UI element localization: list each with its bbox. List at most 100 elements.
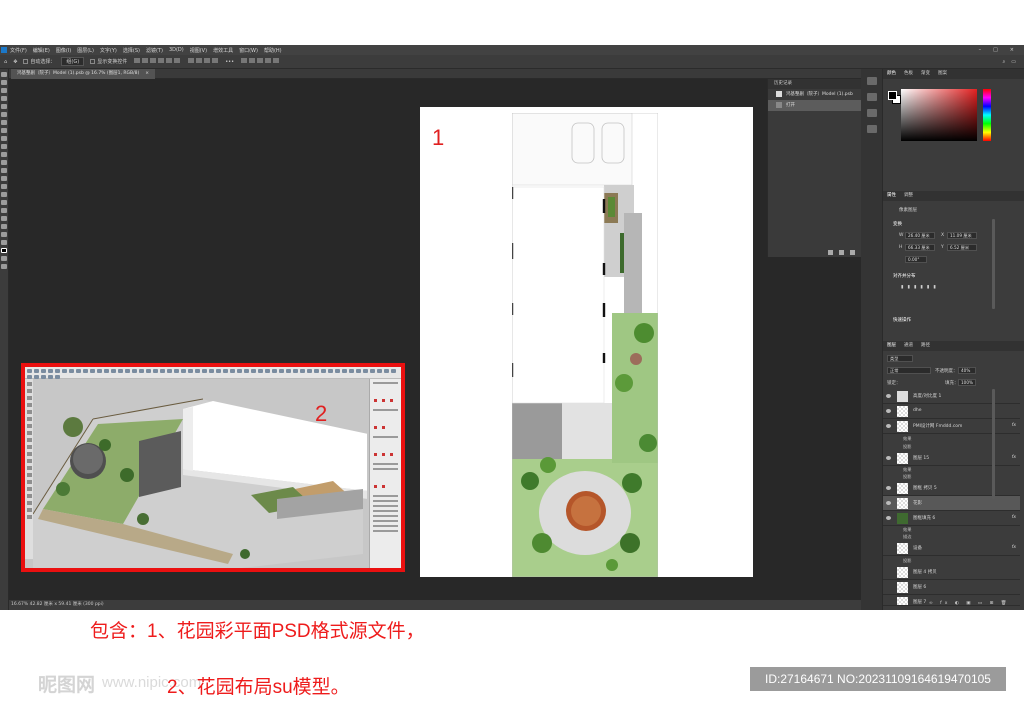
layer-row[interactable]: 图层 6	[883, 580, 1020, 595]
distribute-icons[interactable]	[187, 58, 219, 65]
blend-mode-select[interactable]: 正常	[887, 367, 931, 374]
menu-3d[interactable]: 3D(D)	[169, 47, 184, 53]
x-field[interactable]: 11.09 厘米	[947, 232, 977, 239]
document-tab[interactable]: 鸿基整剧（院子）Model (1).psb @ 16.7% (图层1, RGB/…	[11, 69, 155, 79]
eye-icon[interactable]	[886, 424, 891, 428]
zoom-tool-icon[interactable]	[1, 232, 7, 237]
menu-filter[interactable]: 滤镜(T)	[146, 47, 163, 54]
layers-footer-icons[interactable]: ∞ fx ◐ ▣ ▭ ⊞ 🗑	[929, 601, 1010, 606]
foreground-color-swatch[interactable]	[888, 91, 897, 100]
eraser-tool-icon[interactable]	[1, 160, 7, 165]
lasso-tool-icon[interactable]	[1, 88, 7, 93]
layer-row[interactable]: 图框填充 6 fx	[883, 511, 1020, 526]
move-tool-icon[interactable]: ✥	[13, 59, 17, 65]
layer-row-selected[interactable]: 花影	[883, 496, 1020, 511]
maximize-icon[interactable]: □	[993, 47, 998, 53]
marquee-tool-icon[interactable]	[1, 80, 7, 85]
magic-wand-tool-icon[interactable]	[1, 96, 7, 101]
layer-row[interactable]: 图框 拷贝 5	[883, 481, 1020, 496]
workspace-icon[interactable]: ▭	[1011, 59, 1016, 65]
menu-file[interactable]: 文件(F)	[10, 47, 27, 54]
eye-icon[interactable]	[886, 501, 891, 505]
layer-kind-filter[interactable]: 类型	[887, 355, 913, 362]
tab-close-icon[interactable]: ×	[145, 71, 149, 76]
ps-logo[interactable]	[1, 47, 7, 53]
eye-icon[interactable]	[886, 394, 891, 398]
menu-help[interactable]: 帮助(H)	[264, 47, 282, 54]
close-window-icon[interactable]: ×	[1010, 47, 1014, 53]
auto-select-checkbox[interactable]: 自动选择：	[23, 58, 55, 65]
eye-icon[interactable]	[886, 486, 891, 490]
gradient-tool-icon[interactable]	[1, 168, 7, 173]
tab-adjustments[interactable]: 调整	[904, 191, 913, 201]
frame-tool-icon[interactable]	[1, 112, 7, 117]
tab-channels[interactable]: 通道	[904, 341, 913, 351]
layer-row[interactable]: 图层 4 拷贝	[883, 565, 1020, 580]
tab-swatches[interactable]: 色板	[904, 69, 913, 79]
minimize-icon[interactable]: –	[979, 47, 982, 53]
history-brush-icon[interactable]	[1, 152, 7, 157]
tab-gradients[interactable]: 渐变	[921, 69, 930, 79]
menu-edit[interactable]: 编辑(E)	[33, 47, 50, 54]
new-document-icon[interactable]	[828, 249, 833, 255]
opacity-field[interactable]: 40%	[958, 367, 976, 374]
crop-tool-icon[interactable]	[1, 104, 7, 109]
tab-color[interactable]: 颜色	[887, 69, 896, 79]
edit-toolbar-icon[interactable]	[1, 240, 7, 245]
type-tool-icon[interactable]	[1, 200, 7, 205]
color-swatch-icon[interactable]	[1, 248, 7, 253]
history-step-open[interactable]: 打开	[768, 100, 861, 111]
canvas-area[interactable]: 1 2	[9, 79, 861, 600]
layer-row[interactable]: 设备 fx	[883, 541, 1020, 556]
eye-icon[interactable]	[886, 409, 891, 413]
color-picker-field[interactable]	[901, 89, 977, 141]
dodge-tool-icon[interactable]	[1, 184, 7, 189]
menu-view[interactable]: 视图(V)	[190, 47, 207, 54]
pen-tool-icon[interactable]	[1, 192, 7, 197]
auto-select-dropdown[interactable]: 组(G)	[61, 57, 85, 66]
show-transform-checkbox[interactable]: 显示变换控件	[90, 58, 127, 65]
layers-scrollbar[interactable]	[992, 389, 995, 499]
menu-layer[interactable]: 图层(L)	[77, 47, 94, 54]
angle-field[interactable]: 0.00°	[905, 256, 927, 263]
properties-scrollbar[interactable]	[992, 219, 995, 309]
tab-properties[interactable]: 属性	[887, 191, 896, 201]
brush-tool-icon[interactable]	[1, 136, 7, 141]
eye-icon[interactable]	[886, 456, 891, 460]
menu-select[interactable]: 选择(S)	[123, 47, 140, 54]
tab-paths[interactable]: 路径	[921, 341, 930, 351]
home-icon[interactable]: ⌂	[4, 59, 7, 65]
menu-image[interactable]: 图像(I)	[56, 47, 71, 54]
quick-mask-icon[interactable]	[1, 256, 7, 261]
document-page[interactable]: 1	[420, 107, 753, 577]
fill-field[interactable]: 100%	[958, 379, 976, 386]
trash-icon[interactable]	[850, 249, 855, 255]
path-select-icon[interactable]	[1, 208, 7, 213]
menu-type[interactable]: 文字(Y)	[100, 47, 117, 54]
blur-tool-icon[interactable]	[1, 176, 7, 181]
tab-patterns[interactable]: 图案	[938, 69, 947, 79]
history-snapshot[interactable]: 鸿基整剧（院子）Model (1).psb	[768, 89, 861, 100]
3d-mode-icons[interactable]	[240, 58, 280, 65]
menu-window[interactable]: 窗口(W)	[239, 47, 258, 54]
layer-row[interactable]: 图层 15 fx	[883, 451, 1020, 466]
history-panel-icon[interactable]	[866, 77, 877, 85]
hand-tool-icon[interactable]	[1, 224, 7, 229]
layer-row[interactable]: PMI设计网 Fmddd.com fx	[883, 419, 1020, 434]
camera-icon[interactable]	[839, 249, 844, 255]
w-field[interactable]: 26.40 厘米	[905, 232, 935, 239]
menu-plugins[interactable]: 增效工具	[213, 47, 233, 54]
paragraph-panel-icon[interactable]	[866, 109, 877, 117]
character-panel-icon[interactable]	[866, 125, 877, 133]
layer-row[interactable]: dhe	[883, 404, 1020, 419]
eyedropper-tool-icon[interactable]	[1, 120, 7, 125]
hue-slider[interactable]	[983, 89, 991, 141]
shape-tool-icon[interactable]	[1, 216, 7, 221]
h-field[interactable]: 66.33 厘米	[905, 244, 935, 251]
tab-layers[interactable]: 图层	[887, 341, 896, 351]
more-options-icon[interactable]: •••	[225, 59, 234, 65]
search-icon[interactable]: ⌕	[1002, 59, 1005, 65]
y-field[interactable]: 6.52 厘米	[947, 244, 977, 251]
layer-row[interactable]: 高度/对比度 1	[883, 389, 1020, 404]
eye-icon[interactable]	[886, 516, 891, 520]
